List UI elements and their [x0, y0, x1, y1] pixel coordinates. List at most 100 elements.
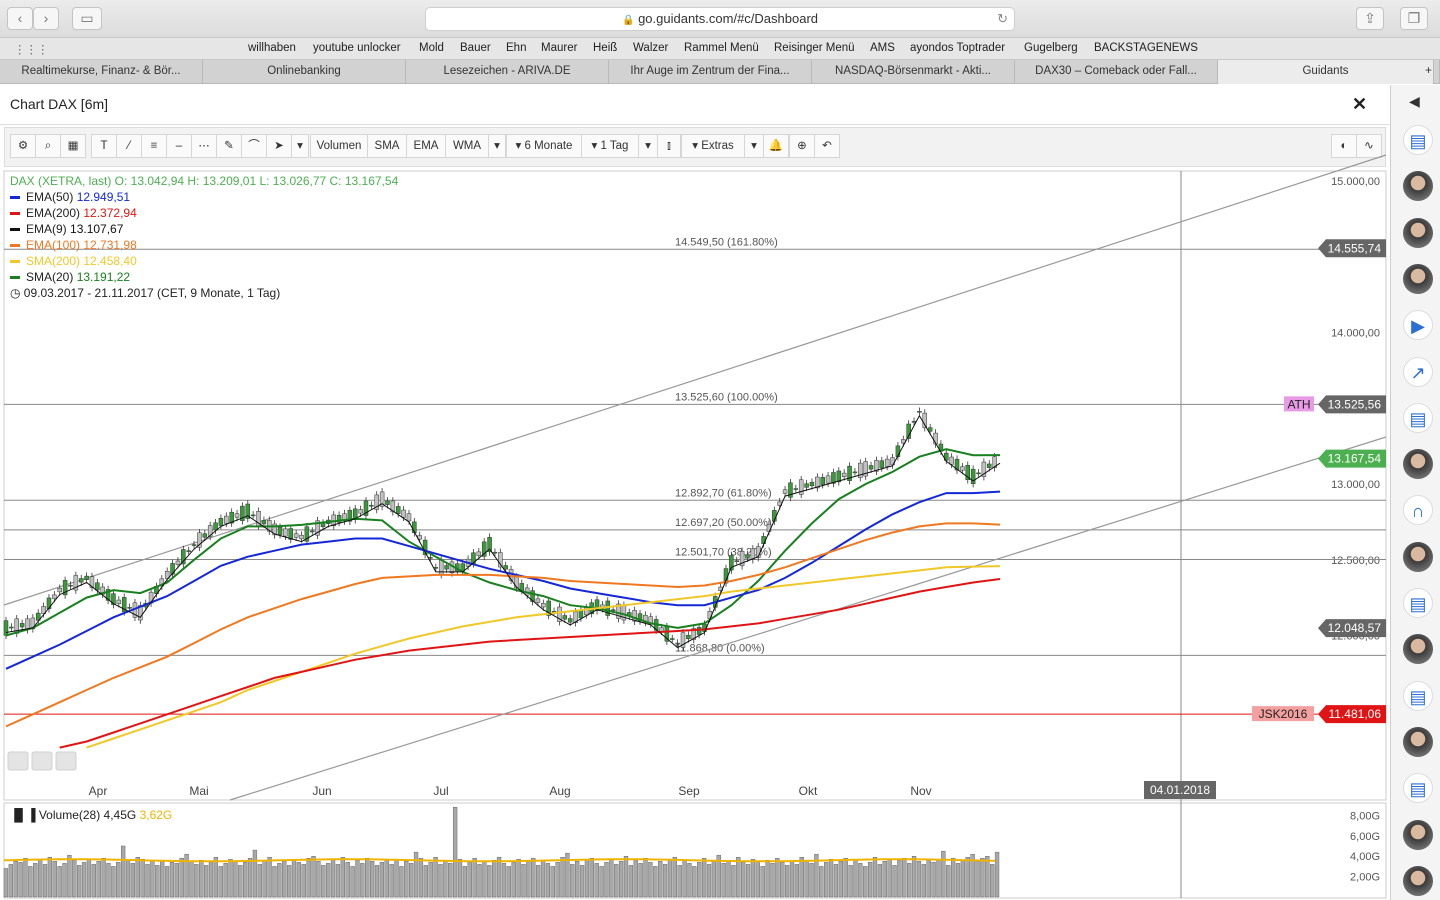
candle-body [659, 627, 664, 632]
sidebar-toggle-button[interactable]: ▭ [72, 7, 102, 30]
volume-bar [960, 860, 966, 898]
volume-bar [775, 858, 780, 898]
forward-button[interactable]: › [33, 7, 59, 30]
volume-bar [77, 865, 82, 898]
volume-bar [96, 861, 101, 898]
candle-body [293, 533, 299, 538]
volume-bar [916, 861, 922, 898]
volume-bar [853, 860, 858, 898]
legend-text: SMA(200) 12.458,40 [26, 254, 137, 268]
candle-body [519, 583, 525, 591]
bookmark-13[interactable]: BACKSTAGENEWS [1094, 42, 1198, 54]
volume-bar [247, 858, 253, 898]
volume-bar [560, 857, 565, 898]
volume-bar [618, 861, 624, 898]
sidebar-chart-line-icon-5[interactable]: ↗ [1403, 356, 1433, 387]
sidebar-avatar-15[interactable] [1403, 819, 1433, 850]
bookmark-10[interactable]: AMS [870, 42, 895, 54]
sidebar-board-icon-12[interactable]: ▤ [1403, 680, 1433, 711]
candle-body [976, 472, 981, 475]
volume-bar [633, 860, 638, 898]
x-tick-label: Jun [312, 784, 331, 798]
sidebar-board-icon-0[interactable]: ▤ [1403, 125, 1433, 155]
volume-bar [33, 863, 38, 898]
bookmark-7[interactable]: Walzer [633, 42, 668, 54]
bookmark-12[interactable]: Gugelberg [1024, 42, 1078, 54]
legend-value: 13.191,22 [77, 270, 131, 284]
legend-text: EMA(9) 13.107,67 [26, 222, 124, 236]
volume-bar [579, 865, 585, 898]
browser-tab-6[interactable]: Guidants [1218, 60, 1434, 84]
reload-icon[interactable]: ↻ [997, 8, 1008, 30]
volume-bar [374, 865, 380, 898]
volume-bar [233, 861, 238, 898]
sidebar-board-icon-14[interactable]: ▤ [1403, 773, 1433, 804]
browser-tab-2[interactable]: Lesezeichen - ARIVA.DE [406, 60, 609, 84]
volume-bar [594, 863, 599, 898]
x-tick-label: Mai [189, 784, 208, 798]
browser-tab-1[interactable]: Onlinebanking [203, 60, 406, 84]
bookmark-4[interactable]: Ehn [506, 42, 526, 54]
collapse-icon[interactable]: ◀ [1409, 93, 1420, 110]
volume-bar [789, 861, 795, 898]
bookmark-6[interactable]: Heiß [593, 42, 617, 54]
sidebar-board-icon-10[interactable]: ▤ [1403, 588, 1433, 618]
crosshair-date-label: 04.01.2018 [1150, 783, 1210, 797]
bookmark-9[interactable]: Reisinger Menü [774, 42, 855, 54]
volume-bar [804, 860, 809, 898]
volume-bar [286, 865, 292, 898]
volume-bar [863, 866, 868, 898]
sidebar-avatar-9[interactable] [1403, 541, 1433, 572]
tabs-overview-button[interactable]: ❐ [1400, 7, 1428, 30]
sidebar-avatar-13[interactable] [1403, 726, 1433, 757]
volume-bar [62, 863, 67, 898]
browser-tab-3[interactable]: Ihr Auge im Zentrum der Fina... [609, 60, 812, 84]
address-bar[interactable]: 🔒 go.guidants.com/#c/Dashboard ↻ [425, 7, 1015, 31]
volume-bar [399, 866, 404, 898]
chart-canvas[interactable]: 15.000,00 14.000,00 13.000,00 12.500,00 12.0… [0, 85, 1390, 900]
volume-bar [135, 857, 140, 898]
bookmark-11[interactable]: ayondos Toptrader [910, 42, 1005, 54]
volume-bar [379, 862, 385, 898]
volume-bar [130, 863, 136, 898]
bookmark-1[interactable]: youtube unlocker [313, 42, 401, 54]
bookmark-8[interactable]: Rammel Menü [684, 42, 759, 54]
candle-body [401, 509, 406, 518]
apps-grid-icon[interactable]: ⋮⋮⋮ [14, 42, 49, 56]
bookmark-5[interactable]: Maurer [541, 42, 577, 54]
candle-body [804, 483, 809, 488]
volume-bar [809, 863, 814, 898]
tag-label: JSK2016 [1259, 707, 1308, 721]
sidebar-board-icon-6[interactable]: ▤ [1403, 402, 1433, 433]
browser-tab-5[interactable]: DAX30 – Comeback oder Fall... [1015, 60, 1218, 84]
bookmark-0[interactable]: willhaben [248, 42, 296, 54]
volume-bar [955, 863, 961, 898]
browser-tab-0[interactable]: Realtimekurse, Finanz- & Bör... [0, 60, 203, 84]
sidebar-avatar-1[interactable] [1403, 171, 1433, 202]
volume-bar [140, 859, 145, 898]
volume-bar [213, 857, 219, 898]
price-label: 11.481,06 [1329, 707, 1382, 721]
bookmark-3[interactable]: Bauer [460, 42, 491, 54]
sidebar-headphones-icon-8[interactable]: ∩ [1403, 495, 1433, 526]
volume-bar [321, 865, 326, 898]
sidebar-avatar-2[interactable] [1403, 217, 1433, 248]
share-button[interactable]: ⇪ [1356, 7, 1384, 30]
volume-bar [155, 865, 160, 898]
sidebar-avatar-16[interactable] [1403, 865, 1433, 896]
sidebar-avatar-7[interactable] [1403, 449, 1433, 480]
volume-bar [575, 861, 580, 898]
sidebar-avatar-3[interactable] [1403, 263, 1433, 294]
candle-body [186, 550, 191, 552]
new-tab-button[interactable]: + [1418, 60, 1440, 84]
browser-tab-4[interactable]: NASDAQ-Börsenmarkt - Akti... [812, 60, 1015, 84]
candle-body [782, 489, 788, 494]
candle-body [116, 599, 122, 604]
volume-bar [770, 863, 775, 898]
tab-bar: Realtimekurse, Finanz- & Bör... Onlineban… [0, 60, 1440, 84]
sidebar-avatar-11[interactable] [1403, 634, 1433, 665]
back-button[interactable]: ‹ [7, 7, 33, 30]
sidebar-play-icon-4[interactable]: ▶ [1403, 310, 1433, 341]
bookmark-2[interactable]: Mold [419, 42, 444, 54]
volume-bar [911, 856, 917, 898]
